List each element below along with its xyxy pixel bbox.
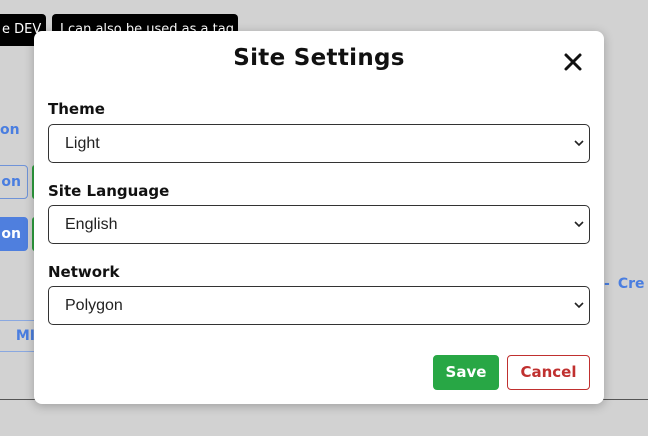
network-label: Network <box>48 263 120 281</box>
save-button[interactable]: Save <box>433 355 499 390</box>
background-create-link: - Cre <box>604 276 645 292</box>
site-language-label: Site Language <box>48 182 170 200</box>
site-language-select[interactable]: English <box>48 205 590 244</box>
background-link: on <box>0 122 20 138</box>
network-select-value: Polygon <box>65 297 123 314</box>
site-settings-modal: Site Settings Theme Light Site Language … <box>34 31 604 404</box>
theme-select[interactable]: Light <box>48 124 590 163</box>
chevron-down-icon <box>574 302 584 309</box>
close-icon[interactable] <box>562 51 584 73</box>
background-create-dash: - <box>604 276 610 292</box>
background-create-text: Cre <box>617 276 645 292</box>
site-language-select-value: English <box>65 216 118 233</box>
theme-select-value: Light <box>65 135 100 152</box>
network-select[interactable]: Polygon <box>48 286 590 325</box>
background-solid-button: on <box>0 217 28 251</box>
background-outline-button: on <box>0 165 28 199</box>
cancel-button[interactable]: Cancel <box>507 355 590 390</box>
theme-label: Theme <box>48 100 105 118</box>
chevron-down-icon <box>574 221 584 228</box>
chevron-down-icon <box>574 140 584 147</box>
modal-title: Site Settings <box>233 45 405 71</box>
